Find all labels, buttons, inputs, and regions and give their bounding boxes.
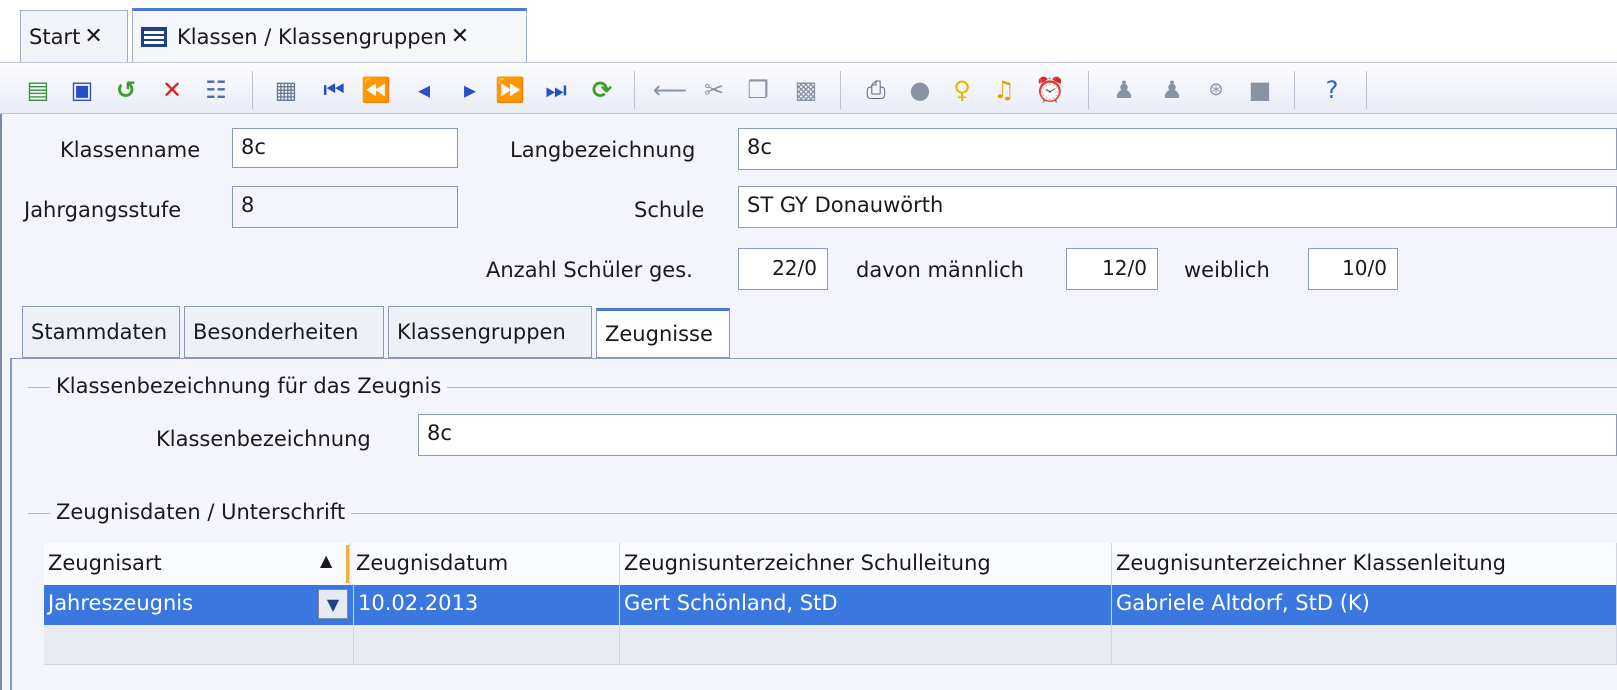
previous-page-icon[interactable]: ⏪ (361, 76, 391, 104)
toolbar-separator (1366, 71, 1367, 109)
langbezeichnung-field[interactable]: 8c (738, 128, 1617, 170)
tab-zeugnisse[interactable]: Zeugnisse (596, 308, 730, 358)
cell-zeugnisart[interactable]: Jahreszeugnis ▼ (44, 585, 354, 625)
table-row[interactable]: Jahreszeugnis ▼ 10.02.2013 Gert Schönlan… (44, 585, 1617, 625)
weiblich-label: weiblich (1184, 258, 1270, 282)
undo-icon[interactable]: ↺ (112, 76, 140, 104)
weiblich-value: 10/0 (1308, 248, 1398, 290)
toolbar-separator (840, 71, 841, 109)
group-title-zeugnisdaten: Zeugnisdaten / Unterschrift (50, 500, 352, 524)
toolbar-separator (634, 71, 635, 109)
cell-klassenleitung[interactable]: Gabriele Altdorf, StD (K) (1112, 585, 1617, 625)
toolbar-separator (252, 71, 253, 109)
previous-record-icon[interactable]: ◂ (410, 76, 438, 104)
sort-ascending-icon: ▲ (320, 551, 333, 570)
maennlich-value: 12/0 (1066, 248, 1158, 290)
cell-zeugnisdatum[interactable]: 10.02.2013 (354, 585, 620, 625)
cell-empty[interactable] (354, 625, 620, 665)
klassenbezeichnung-label: Klassenbezeichnung (156, 427, 371, 451)
zeugnis-grid: Zeugnisart ▲ Zeugnisdatum Zeugnisunterze… (44, 543, 1617, 690)
tab-klassen-label: Klassen / Klassengruppen (177, 24, 447, 49)
cell-empty[interactable] (1112, 625, 1617, 665)
lightbulb-icon[interactable]: ♀ (948, 76, 976, 104)
scissors-icon[interactable]: ✂ (700, 76, 728, 104)
column-header-klassenleitung[interactable]: Zeugnisunterzeichner Klassenleitung (1112, 543, 1617, 585)
next-record-icon[interactable]: ▸ (456, 76, 484, 104)
save-icon[interactable]: ▣ (68, 76, 96, 104)
toolbar-separator (1088, 71, 1089, 109)
new-document-icon[interactable]: ▤ (24, 76, 52, 104)
table-icon (141, 26, 167, 47)
group-title-klassenbezeichnung: Klassenbezeichnung für das Zeugnis (50, 374, 448, 398)
arrow-left-icon[interactable]: ⟵ (653, 76, 687, 104)
tab-start-label: Start (29, 24, 81, 49)
document-icon[interactable]: ■ (1246, 76, 1274, 104)
chevron-down-icon[interactable]: ▼ (318, 589, 348, 619)
schule-label: Schule (634, 198, 705, 222)
cell-empty[interactable] (44, 625, 354, 665)
help-icon[interactable]: ? (1318, 76, 1346, 104)
tab-start[interactable]: Start ✕ (20, 10, 128, 62)
cell-empty[interactable] (620, 625, 1112, 665)
column-header-zeugnisdatum[interactable]: Zeugnisdatum (352, 543, 620, 585)
settings-icon[interactable]: ⊛ (1202, 76, 1230, 104)
close-icon[interactable]: ✕ (84, 24, 102, 49)
list-icon[interactable]: ☷ (202, 76, 230, 104)
tab-besonderheiten[interactable]: Besonderheiten (184, 306, 384, 358)
refresh-icon[interactable]: ⟳ (588, 76, 616, 104)
klassenname-field[interactable]: 8c (232, 128, 458, 168)
schule-field[interactable]: ST GY Donauwörth (738, 186, 1617, 228)
bell-icon[interactable]: ♫ (990, 76, 1018, 104)
delete-icon[interactable]: ✕ (158, 76, 186, 104)
column-header-schulleitung[interactable]: Zeugnisunterzeichner Schulleitung (620, 543, 1112, 585)
klassenbezeichnung-field[interactable]: 8c (418, 414, 1617, 456)
next-page-icon[interactable]: ⏩ (495, 76, 525, 104)
calculator-icon[interactable]: ▦ (272, 76, 300, 104)
cell-schulleitung[interactable]: Gert Schönland, StD (620, 585, 1112, 625)
copy-icon[interactable]: ❐ (744, 76, 772, 104)
klassenname-label: Klassenname (60, 138, 201, 162)
column-header-label: Zeugnisart (48, 551, 162, 575)
print-icon[interactable]: ⎙ (862, 76, 890, 104)
people-icon[interactable]: ♟ (1110, 76, 1138, 104)
toolbar-separator (1294, 71, 1295, 109)
disk-icon[interactable]: ● (906, 76, 934, 104)
alarm-clock-icon[interactable]: ⏰ (1035, 76, 1065, 104)
column-splitter[interactable] (346, 545, 349, 583)
paste-icon[interactable]: ▩ (792, 76, 820, 104)
maennlich-label: davon männlich (856, 258, 1024, 282)
close-icon[interactable]: ✕ (451, 24, 469, 49)
anzahl-schueler-value: 22/0 (738, 248, 828, 290)
tab-stammdaten[interactable]: Stammdaten (22, 306, 180, 358)
table-row[interactable] (44, 625, 1617, 665)
column-header-zeugnisart[interactable]: Zeugnisart ▲ (44, 543, 350, 585)
jahrgangsstufe-field[interactable]: 8 (232, 186, 458, 228)
tab-klassengruppen[interactable]: Klassengruppen (388, 306, 592, 358)
tab-klassen[interactable]: Klassen / Klassengruppen ✕ (132, 8, 527, 62)
last-record-icon[interactable]: ⏭ (542, 76, 570, 104)
cell-zeugnisart-value: Jahreszeugnis (48, 591, 194, 615)
first-record-icon[interactable]: ⏮ (320, 76, 348, 104)
anzahl-schueler-label: Anzahl Schüler ges. (486, 258, 693, 282)
jahrgangsstufe-label: Jahrgangsstufe (24, 198, 182, 222)
document-tab-strip: Start ✕ Klassen / Klassengruppen ✕ (0, 0, 1617, 62)
people-icon[interactable]: ♟ (1158, 76, 1186, 104)
langbezeichnung-label: Langbezeichnung (510, 138, 696, 162)
toolbar: ▤ ▣ ↺ ✕ ☷ ▦ ⏮ ⏪ ◂ ▸ ⏩ ⏭ ⟳ ⟵ ✂ ❐ ▩ ⎙ ● ♀ … (0, 62, 1617, 114)
